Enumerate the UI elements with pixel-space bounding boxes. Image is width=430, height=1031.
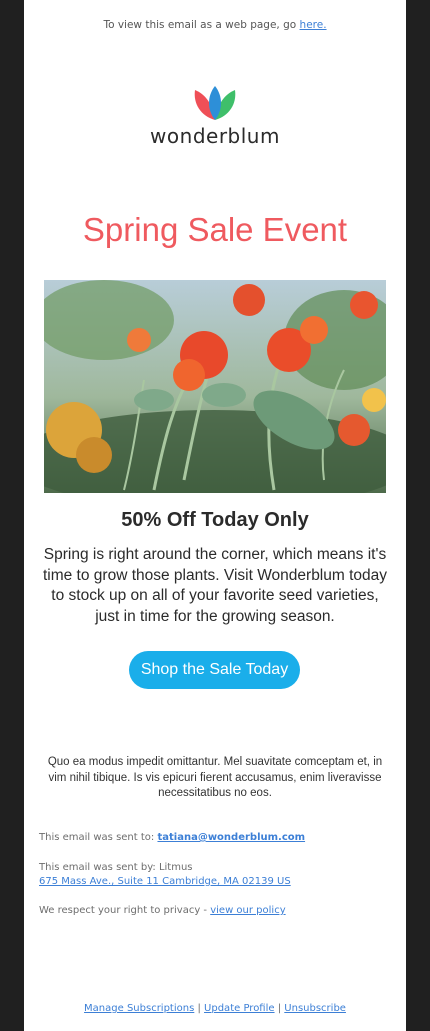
sent-by: This email was sent by: Litmus bbox=[39, 862, 193, 873]
brand-wordmark: wonderblum bbox=[150, 124, 280, 148]
shop-sale-button[interactable]: Shop the Sale Today bbox=[129, 651, 300, 689]
update-profile-link[interactable]: Update Profile bbox=[204, 1003, 275, 1014]
privacy-text: We respect your right to privacy - bbox=[39, 905, 208, 916]
logo: wonderblum bbox=[24, 84, 406, 148]
privacy-policy-link[interactable]: view our policy bbox=[210, 905, 285, 916]
offer-body: Spring is right around the corner, which… bbox=[42, 546, 388, 625]
headline: Spring Sale Event bbox=[82, 211, 348, 248]
address-link[interactable]: 675 Mass Ave., Suite 11 Cambridge, MA 02… bbox=[39, 876, 291, 887]
recipient-email-link[interactable]: tatiana@wonderblum.com bbox=[157, 832, 305, 843]
filler-text: Quo ea modus impedit omittantur. Mel sua… bbox=[47, 756, 383, 799]
flowers-photo bbox=[44, 280, 386, 493]
web-version-link[interactable]: here. bbox=[300, 19, 327, 31]
unsubscribe-link[interactable]: Unsubscribe bbox=[284, 1003, 346, 1014]
preheader-text: To view this email as a web page, go bbox=[103, 19, 297, 31]
privacy-line: We respect your right to privacy - view … bbox=[39, 904, 286, 918]
lotus-logo-icon bbox=[194, 86, 236, 120]
sender-info: This email was sent by: Litmus 675 Mass … bbox=[39, 861, 291, 889]
separator: | bbox=[277, 1003, 282, 1014]
footer-links: Manage Subscriptions | Update Profile | … bbox=[24, 1003, 406, 1014]
email-container: To view this email as a web page, go her… bbox=[24, 0, 406, 1031]
hero-image bbox=[44, 280, 386, 493]
sent-to-line: This email was sent to: tatiana@wonderbl… bbox=[39, 831, 305, 845]
sent-to-label: This email was sent to: bbox=[39, 832, 155, 843]
offer-title: 50% Off Today Only bbox=[121, 509, 309, 531]
preheader: To view this email as a web page, go her… bbox=[24, 19, 406, 31]
manage-subscriptions-link[interactable]: Manage Subscriptions bbox=[84, 1003, 194, 1014]
separator: | bbox=[197, 1003, 201, 1014]
